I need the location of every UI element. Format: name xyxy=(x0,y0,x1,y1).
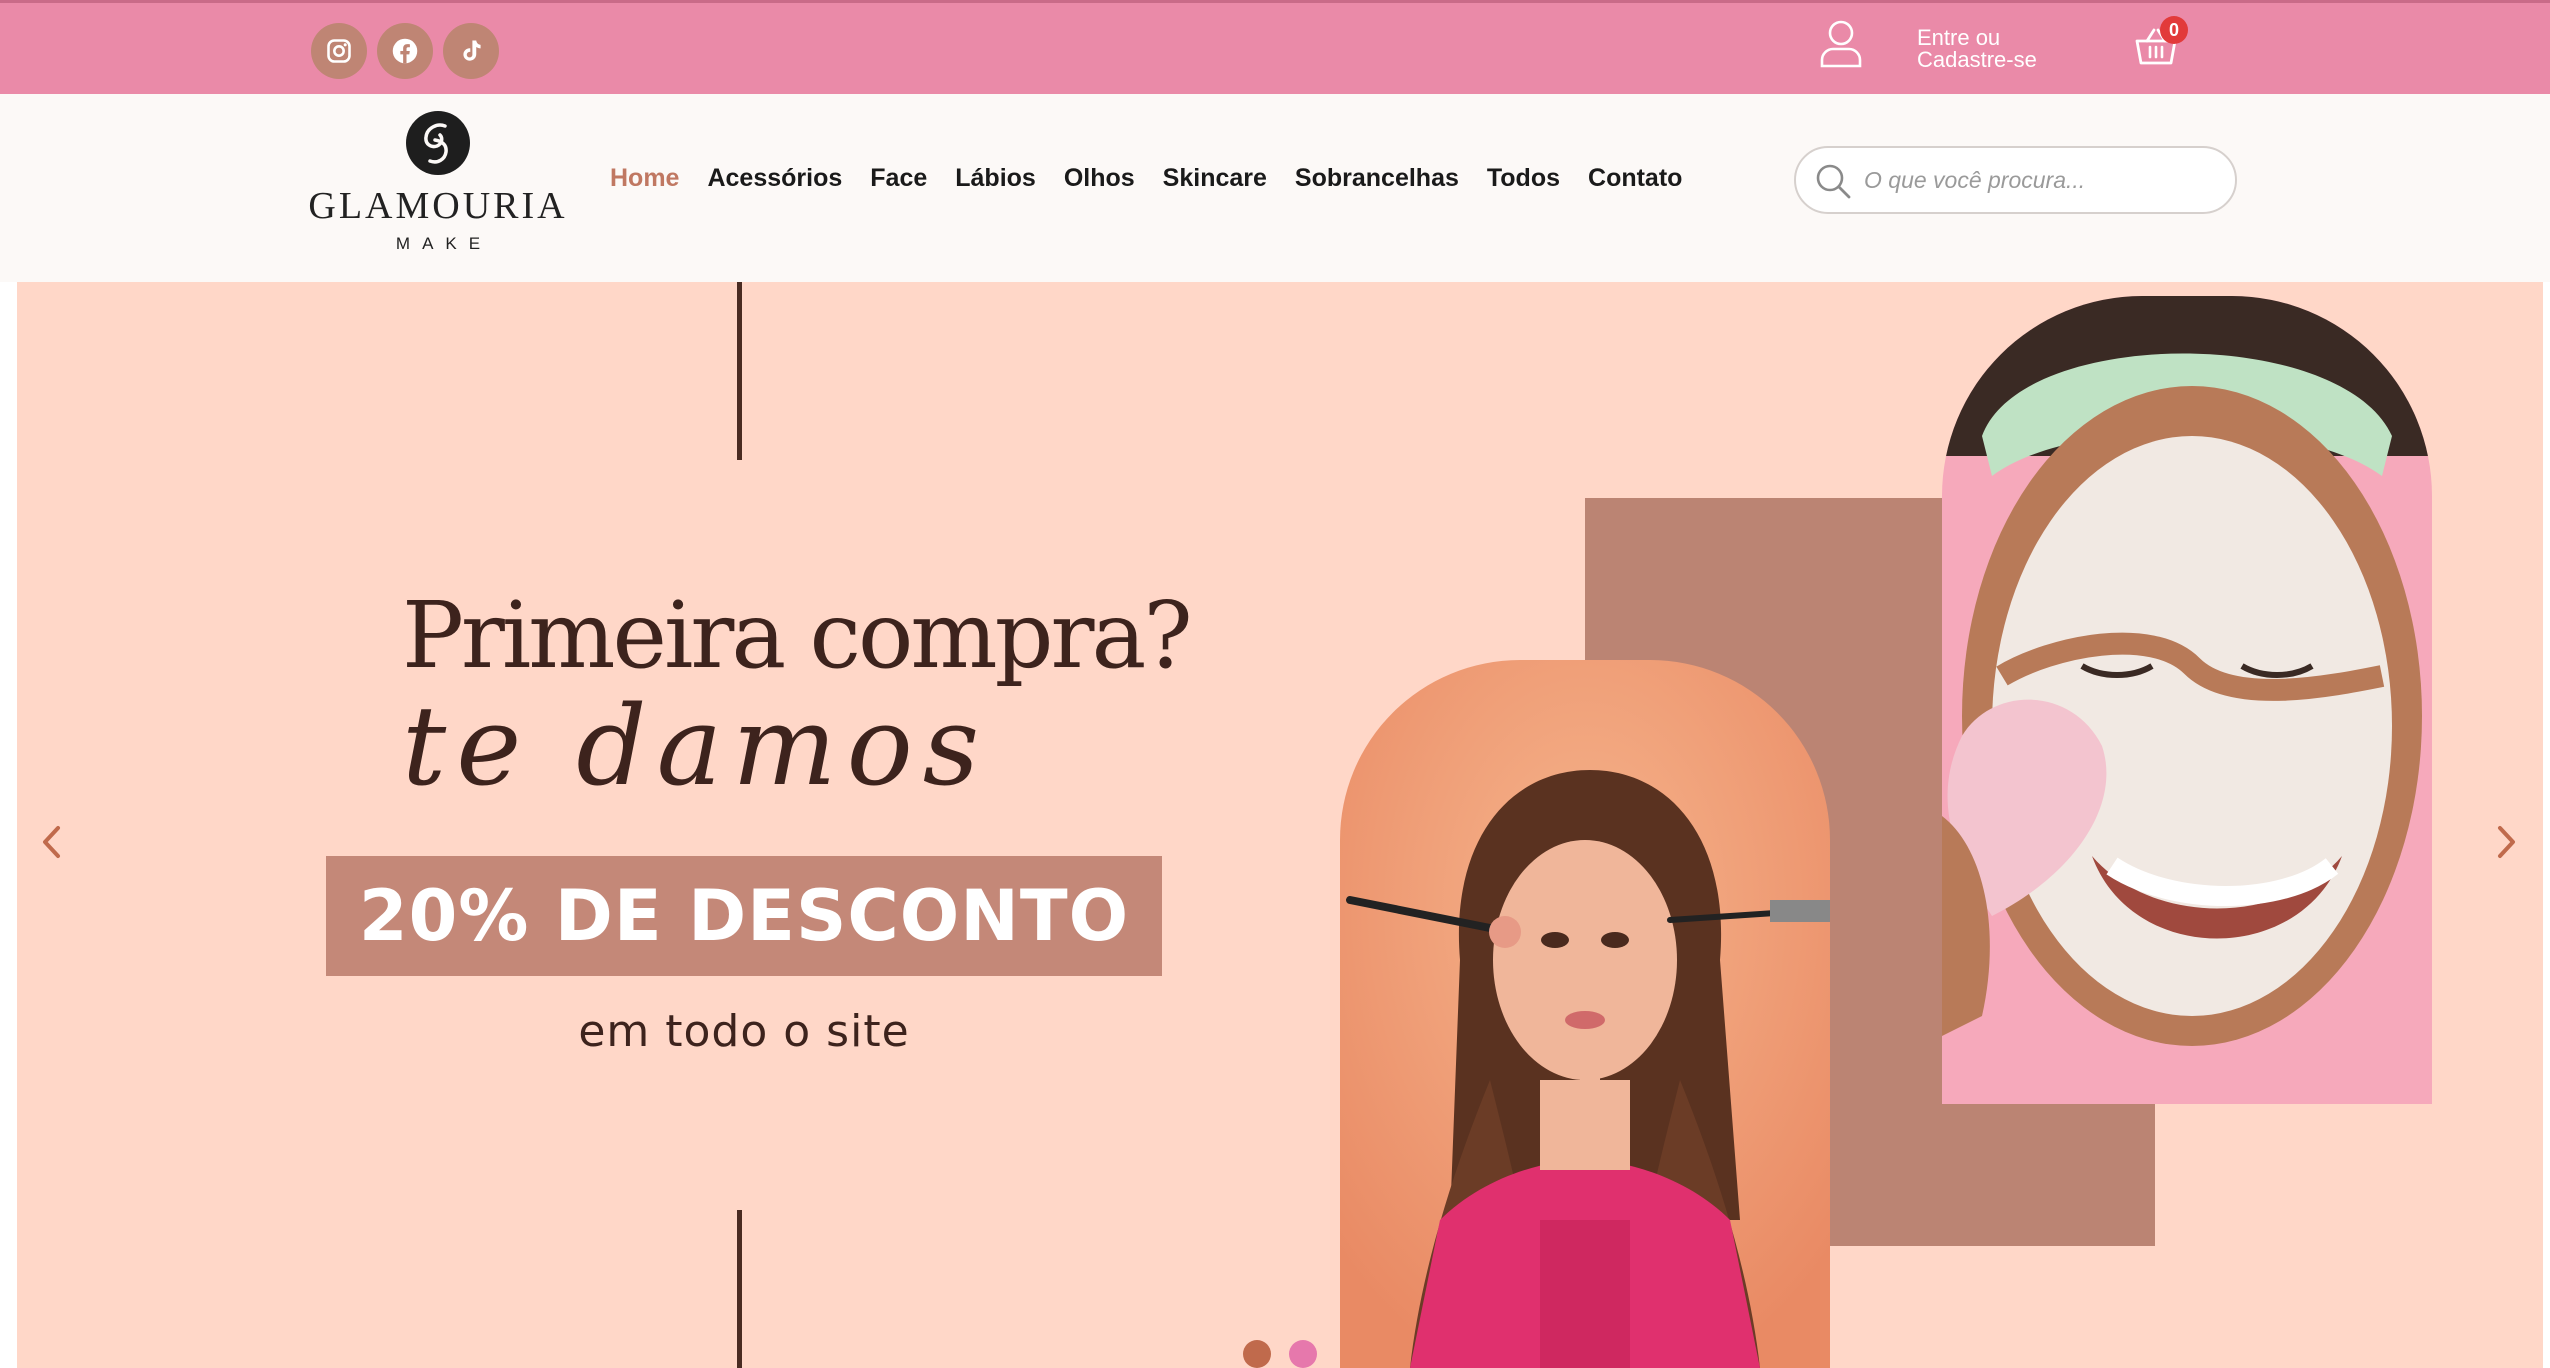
tiktok-icon xyxy=(463,40,481,61)
account-link[interactable]: Entre ou Cadastre-se xyxy=(1917,27,2037,71)
logo-subtitle: MAKE xyxy=(395,234,493,253)
cart-count-badge: 0 xyxy=(2160,16,2188,44)
nav-item-face[interactable]: Face xyxy=(870,164,927,193)
main-nav: Home Acessórios Face Lábios Olhos Skincare Sob… xyxy=(610,164,1710,193)
nav-item-acessorios[interactable]: Acessórios xyxy=(707,164,842,193)
nav-item-contato[interactable]: Contato xyxy=(1588,164,1682,193)
site-logo[interactable]: GLAMOURIA MAKE xyxy=(308,110,568,260)
promo-subtext: em todo o site xyxy=(578,1006,910,1057)
model-makeup-photo xyxy=(1340,660,1830,1368)
logo-mark-icon xyxy=(406,111,470,175)
decorative-line-bottom xyxy=(737,1210,742,1368)
skincare-model-photo xyxy=(1942,296,2432,1104)
facebook-button[interactable] xyxy=(377,23,433,79)
search-input[interactable] xyxy=(1864,160,2214,200)
user-icon xyxy=(1820,20,1862,68)
slider-dot-2[interactable] xyxy=(1289,1340,1317,1368)
slider-next-button[interactable] xyxy=(2487,812,2527,872)
nav-item-labios[interactable]: Lábios xyxy=(955,164,1036,193)
chevron-left-icon xyxy=(43,826,60,858)
search-icon[interactable] xyxy=(1814,162,1852,200)
nav-item-sobrancelhas[interactable]: Sobrancelhas xyxy=(1295,164,1459,193)
nav-item-olhos[interactable]: Olhos xyxy=(1064,164,1135,193)
decorative-line-top xyxy=(737,282,742,460)
hero-script-headline: te damos xyxy=(402,682,990,810)
top-bar: Entre ou Cadastre-se 0 xyxy=(0,0,2550,94)
nav-item-todos[interactable]: Todos xyxy=(1487,164,1560,193)
slider-prev-button[interactable] xyxy=(31,812,71,872)
facebook-icon xyxy=(392,38,418,64)
nav-item-home[interactable]: Home xyxy=(610,164,679,193)
instagram-icon xyxy=(327,39,351,63)
logo-wordmark: GLAMOURIA xyxy=(308,185,568,227)
tiktok-button[interactable] xyxy=(443,23,499,79)
instagram-button[interactable] xyxy=(311,23,367,79)
promo-banner: 20% DE DESCONTO xyxy=(326,856,1162,976)
slider-pagination xyxy=(1243,1340,1317,1368)
main-header: GLAMOURIA MAKE Home Acessórios Face Lábios O… xyxy=(0,94,2550,282)
promo-text: 20% DE DESCONTO xyxy=(358,875,1130,957)
hero-slider: Primeira compra? te damos 20% DE DESCONT… xyxy=(17,282,2543,1368)
nav-item-skincare[interactable]: Skincare xyxy=(1163,164,1267,193)
search-box xyxy=(1794,146,2237,214)
account-line1: Entre ou xyxy=(1917,25,2001,50)
account-button[interactable] xyxy=(1818,19,1864,69)
slider-dot-1[interactable] xyxy=(1243,1340,1271,1368)
account-line2: Cadastre-se xyxy=(1917,47,2037,72)
chevron-right-icon xyxy=(2498,826,2515,858)
hero-headline: Primeira compra? xyxy=(402,582,1193,689)
